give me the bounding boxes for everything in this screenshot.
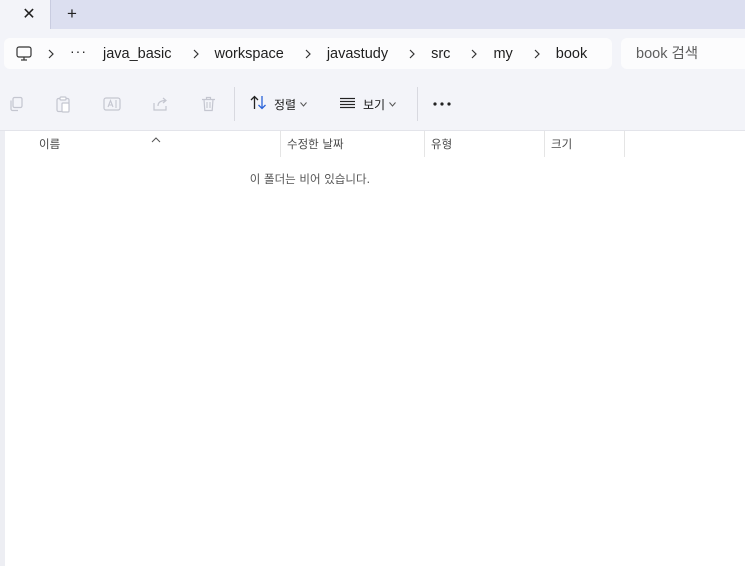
file-list: 이름 수정한 날짜 유형 크기 이 폴더는 비어 있습니다. (5, 131, 745, 566)
command-bar: 정렬 보기 (0, 77, 745, 131)
sort-button[interactable]: 정렬 (250, 90, 308, 118)
chevron-down-icon (300, 100, 308, 108)
chevron-right-icon[interactable] (406, 47, 418, 61)
column-header-size-label: 크기 (551, 137, 573, 151)
chevron-down-icon (389, 100, 397, 108)
chevron-right-icon[interactable] (468, 47, 480, 61)
column-header-type[interactable]: 유형 (431, 131, 543, 157)
column-header-name[interactable]: 이름 (39, 131, 279, 157)
more-options-icon[interactable] (432, 94, 452, 114)
chevron-right-icon (45, 47, 57, 61)
chevron-right-icon[interactable] (302, 47, 314, 61)
column-header-name-label: 이름 (39, 137, 61, 151)
chevron-right-icon[interactable] (190, 47, 202, 61)
search-input[interactable] (636, 45, 736, 62)
toolbar-separator (417, 87, 418, 121)
toolbar-separator (234, 87, 235, 121)
search-box[interactable] (621, 38, 745, 69)
close-tab-button[interactable]: ✕ (19, 4, 39, 24)
sort-label: 정렬 (274, 97, 297, 112)
column-divider[interactable] (544, 131, 545, 157)
breadcrumb-item-my[interactable]: my (493, 46, 512, 62)
address-row: ··· java_basic workspace javastudy src m… (0, 29, 745, 77)
paste-icon[interactable] (53, 94, 73, 114)
delete-icon[interactable] (198, 94, 218, 114)
breadcrumb-item-java-basic[interactable]: java_basic (103, 46, 172, 62)
column-divider[interactable] (280, 131, 281, 157)
view-list-icon (339, 97, 356, 112)
view-label: 보기 (363, 97, 386, 112)
column-header-size[interactable]: 크기 (551, 131, 623, 157)
column-header-modified-label: 수정한 날짜 (287, 137, 344, 151)
active-tab[interactable]: ✕ (0, 0, 51, 29)
new-tab-button[interactable]: + (62, 4, 82, 24)
copy-icon[interactable] (6, 94, 26, 114)
breadcrumb[interactable]: ··· java_basic workspace javastudy src m… (4, 38, 612, 69)
column-header-type-label: 유형 (431, 137, 453, 151)
column-divider[interactable] (424, 131, 425, 157)
breadcrumb-item-javastudy[interactable]: javastudy (327, 46, 388, 62)
sort-icon (250, 95, 267, 113)
breadcrumb-item-workspace[interactable]: workspace (215, 46, 284, 62)
chevron-right-icon[interactable] (531, 47, 543, 61)
computer-icon[interactable] (14, 44, 34, 64)
column-divider[interactable] (624, 131, 625, 157)
breadcrumb-more-button[interactable]: ··· (70, 43, 87, 59)
empty-folder-message: 이 폴더는 비어 있습니다. (249, 172, 371, 186)
rename-icon[interactable] (102, 94, 122, 114)
breadcrumb-item-src[interactable]: src (431, 46, 450, 62)
share-icon[interactable] (150, 94, 170, 114)
view-button[interactable]: 보기 (339, 90, 397, 118)
breadcrumb-item-book[interactable]: book (556, 46, 587, 62)
tab-strip: ✕ + (0, 0, 745, 29)
column-header-modified[interactable]: 수정한 날짜 (287, 131, 425, 157)
